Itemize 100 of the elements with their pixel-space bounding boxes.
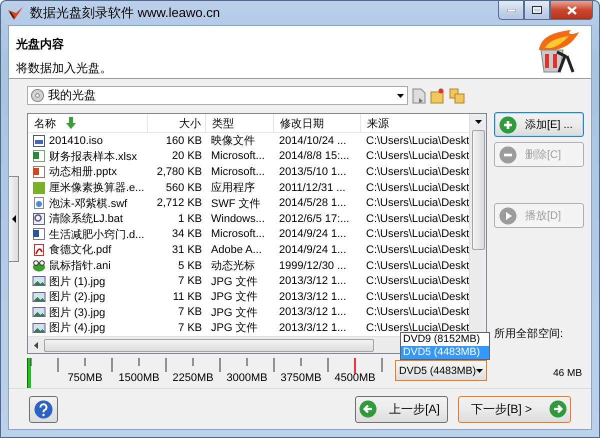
source-cell-text: C:\Users\Lucia\Deskt: [365, 322, 469, 334]
source-cell-text: C:\Users\Lucia\Deskt: [365, 197, 469, 210]
pdf-file-icon: [32, 242, 46, 257]
size-cell-text: 5 KB: [177, 260, 203, 272]
date-cell-text: 2014/10/24 ...: [278, 134, 348, 147]
date-cell-text: 2013/3/12 1...: [278, 306, 348, 318]
type-cell-text: 应用程序: [210, 180, 256, 196]
plus-icon: [499, 116, 517, 134]
file-name-cell[interactable]: 食德文化.pdf: [28, 242, 148, 258]
help-button[interactable]: [29, 396, 58, 422]
type-cell-text: Adobe A...: [210, 244, 263, 256]
file-name-cell[interactable]: 201410.iso: [28, 134, 148, 148]
caret-icon: [397, 94, 404, 98]
date-cell-text: 2014/9/24 1...: [278, 244, 348, 256]
scroll-left-icon: [34, 342, 38, 348]
type-cell-text: JPG 文件: [210, 290, 258, 304]
presentation-icon: [32, 164, 46, 179]
source-cell-text: C:\Users\Lucia\Deskt: [365, 212, 469, 225]
file-name-cell[interactable]: 图片 (2).jpg: [28, 289, 148, 304]
size-cell-text: 560 KB: [164, 182, 203, 194]
section-title: 光盘内容: [16, 36, 65, 53]
document-icon: [32, 227, 46, 242]
ruler-label: 4500MB: [334, 372, 376, 384]
type-cell-text: 动态光标: [210, 258, 256, 274]
type-cell-text: JPG 文件: [210, 306, 258, 320]
file-name-cell[interactable]: 鼠标指针.ani: [28, 258, 148, 274]
back-button[interactable]: 上一步[A]: [355, 396, 448, 422]
file-name-cell[interactable]: 图片 (4).jpg: [28, 320, 148, 336]
ruler-label: 750MB: [66, 372, 104, 384]
column-header[interactable]: 大小: [148, 114, 206, 132]
play-icon: [499, 206, 517, 224]
size-cell-text: 2,712 KB: [156, 197, 203, 210]
file-name-cell[interactable]: 厘米像素换算器.e...: [28, 180, 148, 196]
spreadsheet-icon: [32, 149, 46, 164]
source-cell-text: C:\Users\Lucia\Deskt: [365, 260, 469, 272]
source-cell-text: C:\Users\Lucia\Deskt: [365, 244, 469, 256]
date-cell-text: 2013/3/12 1...: [278, 290, 348, 303]
size-cell-text: 7 KB: [177, 275, 203, 288]
type-cell-text: SWF 文件: [210, 196, 262, 211]
date-cell-text: 2014/9/24 1...: [278, 228, 348, 240]
used-space-label: 所用全部空间:: [494, 326, 564, 341]
close-button[interactable]: [550, 1, 593, 20]
type-cell-text: JPG 文件: [210, 274, 258, 289]
collapse-tab[interactable]: [9, 176, 19, 262]
disc-type-dropdown[interactable]: DVD5 (4483MB): [395, 360, 487, 381]
folders-icon[interactable]: [449, 88, 465, 104]
minus-icon: [499, 146, 517, 164]
file-name-cell[interactable]: 动态相册.pptx: [28, 164, 148, 180]
source-cell-text: C:\Users\Lucia\Deskt: [365, 275, 469, 288]
column-header[interactable]: 修改日期: [274, 114, 361, 132]
source-cell-text: C:\Users\Lucia\Deskt: [365, 228, 469, 240]
file-name-cell[interactable]: 生活减肥小窍门.d...: [28, 226, 148, 242]
section-subtitle: 将数据加入光盘。: [16, 60, 113, 77]
new-folder-icon[interactable]: [430, 88, 445, 104]
disc-image-icon: [32, 134, 46, 148]
image-file-icon: [32, 305, 46, 320]
maximize-button[interactable]: [524, 1, 550, 20]
source-cell-text: C:\Users\Lucia\Deskt: [365, 306, 469, 318]
minimize-icon: [506, 8, 516, 12]
ruler-label: 3000MB: [226, 372, 268, 384]
size-cell-text: 7 KB: [177, 322, 203, 334]
file-name-cell[interactable]: 图片 (1).jpg: [28, 274, 148, 289]
add-button[interactable]: 添加[E] ...: [494, 112, 584, 137]
next-button[interactable]: 下一步[B] >: [458, 396, 571, 422]
location-dropdown[interactable]: 我的光盘: [27, 86, 408, 105]
file-name-cell[interactable]: 财务报表样本.xlsx: [28, 148, 148, 164]
size-cell-text: 160 KB: [164, 134, 203, 147]
flash-file-icon: [32, 196, 46, 210]
size-cell-text: 31 KB: [171, 244, 203, 256]
left-arrow-icon: [12, 215, 16, 223]
date-cell-text: 2014/5/28 1...: [278, 197, 348, 210]
scroll-thumb[interactable]: [44, 338, 374, 352]
size-cell-text: 34 KB: [171, 228, 203, 240]
minimize-button[interactable]: [498, 1, 524, 20]
size-cell-text: 7 KB: [177, 306, 203, 318]
date-cell-text: 2013/5/10 1...: [278, 166, 348, 178]
size-cell-text: 2,780 KB: [156, 166, 203, 178]
frog-icon: [32, 258, 46, 273]
image-file-icon: [32, 274, 46, 288]
date-cell-text: 2014/8/8 15:...: [278, 150, 350, 162]
column-header[interactable]: 名称: [28, 114, 148, 132]
file-name-cell[interactable]: 图片 (3).jpg: [28, 304, 148, 320]
source-cell-text: C:\Users\Lucia\Deskt: [365, 182, 469, 194]
file-name-cell[interactable]: 清除系统LJ.bat: [28, 211, 148, 226]
date-cell-text: 2013/3/12 1...: [278, 322, 348, 334]
type-cell-text: Windows...: [210, 212, 266, 225]
type-cell-text: Microsoft...: [210, 228, 266, 240]
source-cell-text: C:\Users\Lucia\Deskt: [365, 166, 469, 178]
close-icon: [566, 6, 576, 14]
size-cell-text: 20 KB: [171, 150, 203, 162]
gear-file-icon: [32, 212, 46, 226]
column-header[interactable]: 类型: [206, 114, 274, 132]
maximize-icon: [532, 6, 542, 14]
help-icon: [34, 400, 53, 418]
scroll-thumb[interactable]: [472, 130, 484, 250]
source-cell-text: C:\Users\Lucia\Deskt: [365, 134, 469, 147]
document-icon[interactable]: [412, 88, 426, 104]
date-cell-text: 2012/6/5 17:...: [278, 212, 350, 225]
disc-icon: [31, 89, 44, 102]
file-name-cell[interactable]: 泡沫-邓紫棋.swf: [28, 196, 148, 211]
